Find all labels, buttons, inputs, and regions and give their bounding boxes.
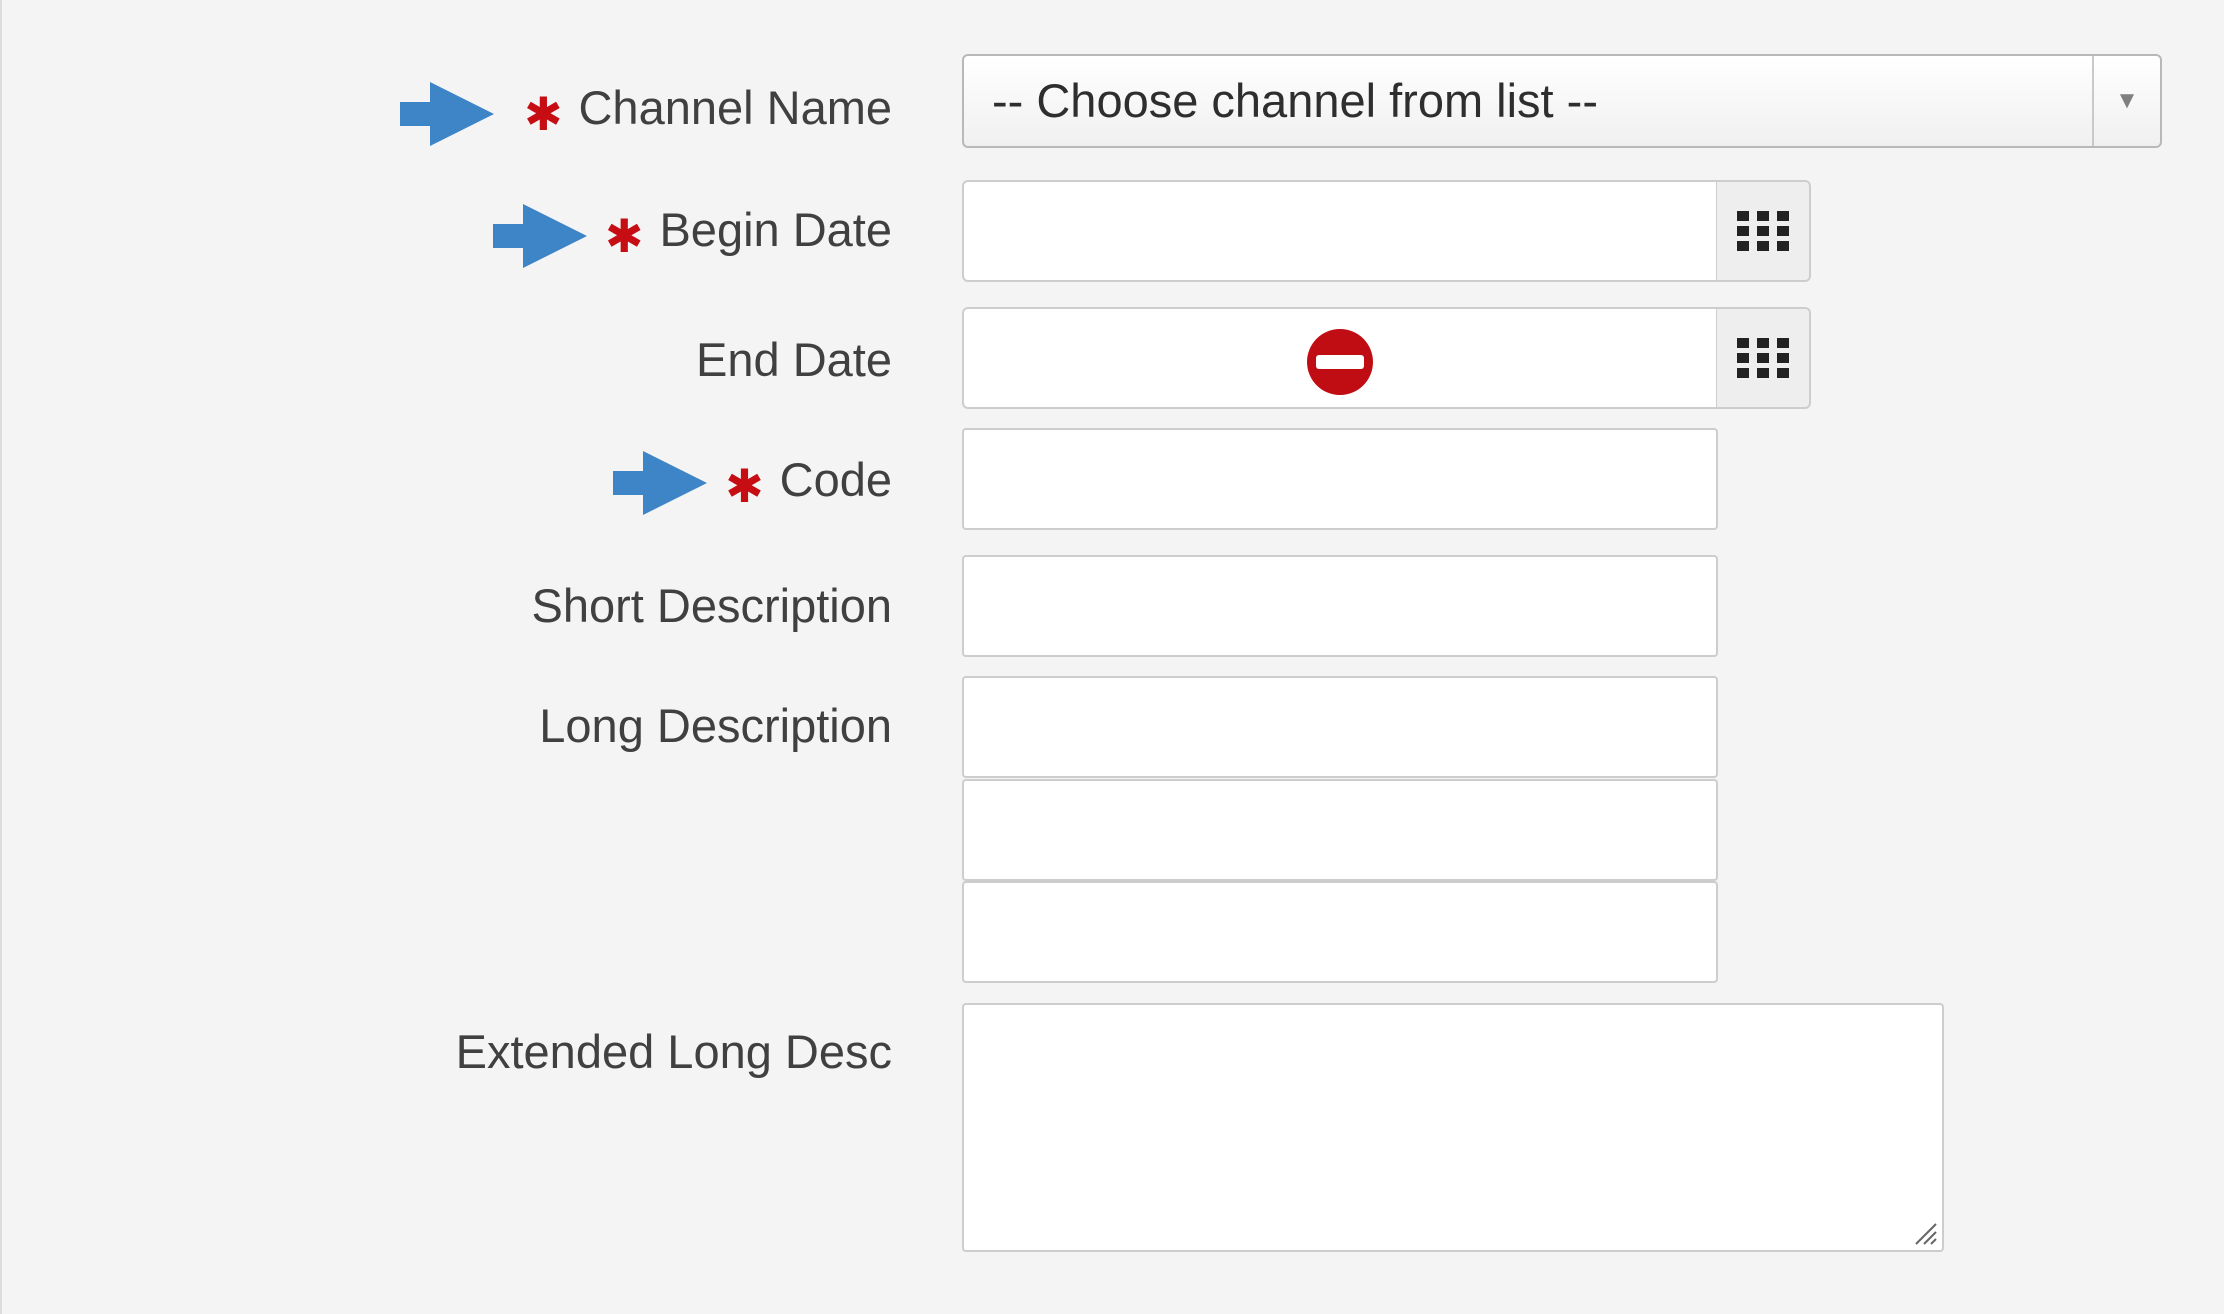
channel-name-select[interactable]: -- Choose channel from list -- ▼ <box>962 54 2162 148</box>
long-description-label-text: Long Description <box>539 699 892 752</box>
begin-date-label-text: Begin Date <box>659 203 892 256</box>
channel-name-label: ✱ Channel Name <box>524 81 892 137</box>
extended-long-desc-textarea[interactable] <box>962 1003 1944 1252</box>
required-asterisk-icon: ✱ <box>523 87 563 140</box>
required-asterisk-icon: ✱ <box>604 209 644 262</box>
arrow-pointer-icon <box>493 204 587 268</box>
long-description-input-3[interactable] <box>962 881 1718 983</box>
chevron-down-icon: ▼ <box>2115 87 2139 114</box>
begin-date-calendar-button[interactable] <box>1717 180 1811 282</box>
short-description-label-text: Short Description <box>531 579 893 632</box>
channel-name-select-value: -- Choose channel from list -- <box>992 74 1598 127</box>
calendar-grid-icon <box>1737 338 1789 378</box>
channel-dropdown-button[interactable]: ▼ <box>2092 56 2160 146</box>
long-description-input-1[interactable] <box>962 676 1718 778</box>
short-description-input[interactable] <box>962 555 1718 657</box>
short-description-label: Short Description <box>532 582 893 629</box>
begin-date-input[interactable] <box>962 180 1718 282</box>
code-label-text: Code <box>779 453 892 506</box>
not-allowed-icon <box>1307 329 1373 395</box>
long-description-label: Long Description <box>539 702 892 749</box>
end-date-label: End Date <box>696 336 892 383</box>
channel-name-label-text: Channel Name <box>578 81 892 134</box>
arrow-pointer-icon <box>400 82 494 146</box>
long-description-input-2[interactable] <box>962 779 1718 881</box>
code-label: ✱ Code <box>725 453 892 509</box>
extended-long-desc-label-text: Extended Long Desc <box>455 1025 892 1078</box>
extended-long-desc-label: Extended Long Desc <box>456 1028 892 1075</box>
code-input[interactable] <box>962 428 1718 530</box>
arrow-pointer-icon <box>613 451 707 515</box>
end-date-label-text: End Date <box>696 333 892 386</box>
begin-date-label: ✱ Begin Date <box>605 203 892 259</box>
end-date-calendar-button[interactable] <box>1717 307 1811 409</box>
required-asterisk-icon: ✱ <box>725 459 764 512</box>
page-left-border <box>0 0 2 1314</box>
calendar-grid-icon <box>1737 211 1789 251</box>
resize-handle-icon[interactable] <box>1910 1218 1938 1246</box>
